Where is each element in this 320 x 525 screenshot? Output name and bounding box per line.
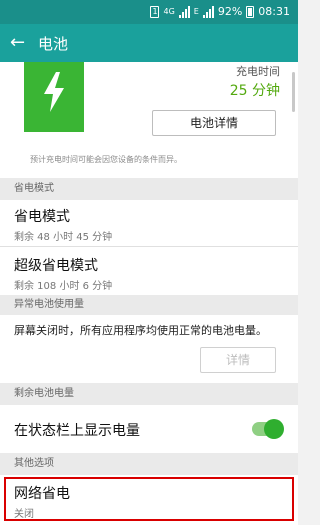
abnormal-usage-panel: 屏幕关闭时，所有应用程序均使用正常的电池电量。 详情 (0, 315, 298, 383)
sim-card-icon: 1 (150, 5, 160, 18)
app-bar: ← 电池 (0, 24, 298, 62)
abnormal-usage-details-button[interactable]: 详情 (200, 347, 276, 373)
power-saving-mode-subtitle: 剩余 48 小时 45 分钟 (14, 232, 113, 243)
ultra-power-saving-mode-subtitle: 剩余 108 小时 6 分钟 (14, 281, 113, 292)
charge-time-label: 充电时间 (236, 65, 280, 78)
show-battery-percent-item[interactable]: 在状态栏上显示电量 (0, 405, 298, 453)
power-saving-mode-title: 省电模式 (14, 209, 70, 225)
back-arrow-icon[interactable]: ← (10, 31, 25, 55)
signal-strength-icon (178, 5, 190, 18)
highlight-box (4, 477, 294, 521)
toggle-knob (264, 419, 284, 439)
status-icons: 1 4G E 92% 08:31 (150, 5, 290, 18)
signal-strength-2-icon (202, 5, 214, 18)
abnormal-usage-description: 屏幕关闭时，所有应用程序均使用正常的电池电量。 (14, 324, 267, 337)
charge-time-value: 25 分钟 (229, 83, 280, 99)
scrollbar[interactable] (292, 72, 295, 112)
ultra-power-saving-mode-item[interactable]: 超级省电模式 剩余 108 小时 6 分钟 (0, 247, 298, 295)
clock: 08:31 (258, 5, 290, 18)
network-type-label: 4G (163, 7, 175, 16)
section-header-power-saving: 省电模式 (0, 178, 298, 200)
section-header-other-options: 其他选项 (0, 453, 298, 475)
network-edge-label: E (193, 7, 199, 16)
page-title: 电池 (38, 35, 69, 53)
battery-details-button[interactable]: 电池详情 (152, 110, 276, 136)
battery-percent: 92% (217, 5, 243, 18)
status-bar: 1 4G E 92% 08:31 (0, 0, 298, 24)
section-header-abnormal-usage: 异常电池使用量 (0, 295, 298, 315)
show-battery-percent-toggle[interactable] (252, 419, 284, 439)
section-header-remaining-battery: 剩余电池电量 (0, 383, 298, 405)
show-battery-percent-label: 在状态栏上显示电量 (14, 423, 140, 439)
battery-settings-content: 充电时间 25 分钟 电池详情 预计充电时间可能会因您设备的条件而异。 省电模式… (0, 62, 298, 525)
power-saving-mode-item[interactable]: 省电模式 剩余 48 小时 45 分钟 (0, 200, 298, 246)
battery-icon (246, 5, 255, 18)
lightning-bolt-icon (44, 72, 64, 112)
charge-time-note: 预计充电时间可能会因您设备的条件而异。 (30, 155, 182, 164)
battery-status-card: 充电时间 25 分钟 电池详情 预计充电时间可能会因您设备的条件而异。 (0, 62, 298, 178)
ultra-power-saving-mode-title: 超级省电模式 (14, 258, 98, 274)
battery-graphic (24, 62, 84, 132)
